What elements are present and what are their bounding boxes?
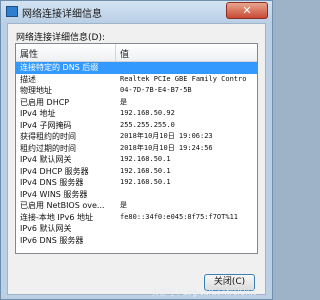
table-row[interactable]: IPv6 DNS 服务器	[16, 235, 257, 247]
property-cell: IPv4 子网掩码	[20, 120, 72, 130]
value-cell: 192.168.50.1	[120, 178, 171, 186]
table-row[interactable]: IPv4 WINS 服务器	[16, 189, 257, 201]
value-cell: 255.255.255.0	[120, 120, 175, 129]
property-cell: 连接特定的 DNS 后缀	[20, 63, 99, 72]
property-cell: 物理地址	[20, 86, 52, 95]
table-row[interactable]: IPv6 默认网关	[16, 223, 257, 235]
column-header-property[interactable]: 属性	[20, 47, 38, 60]
value-cell: 04-7D-7B-E4-B7-5B	[120, 86, 192, 94]
value-cell: 2018年10月10日 19:24:56	[120, 143, 213, 152]
title-bar[interactable]: 网络连接详细信息 ✕	[1, 1, 272, 23]
column-header-value[interactable]: 值	[120, 47, 129, 60]
table-row[interactable]: 已启用 NetBIOS ove... 是	[16, 200, 257, 212]
table-row[interactable]: 物理地址 04-7D-7B-E4-B7-5B	[16, 85, 257, 97]
value-cell: Realtek PCIe GBE Family Contro	[120, 74, 247, 83]
property-cell: 连接-本地 IPv6 地址	[20, 212, 93, 222]
close-window-button[interactable]: ✕	[226, 2, 268, 19]
details-list[interactable]: 属性 值 连接特定的 DNS 后缀 描述 Realtek PCIe GBE Fami…	[15, 43, 258, 254]
property-cell: IPv4 DNS 服务器	[20, 178, 84, 187]
list-header: 属性 值	[16, 44, 257, 62]
property-cell: 获得租约的时间	[20, 132, 76, 141]
property-cell: 已启用 NetBIOS ove...	[20, 201, 105, 210]
table-row[interactable]: 连接-本地 IPv6 地址 fe80::34f0:e045:8f75:f7OT%1…	[16, 212, 257, 224]
property-cell: IPv6 DNS 服务器	[20, 235, 84, 245]
value-cell: 是	[120, 201, 127, 209]
value-cell: 192.168.50.92	[120, 109, 175, 117]
property-cell: IPv4 DHCP 服务器	[20, 166, 89, 176]
property-cell: 已启用 DHCP	[20, 97, 70, 107]
table-row[interactable]: 已启用 DHCP 是	[16, 97, 257, 109]
value-cell: fe80::34f0:e045:8f75:f7OT%11	[120, 212, 239, 221]
table-row[interactable]: IPv4 子网掩码 255.255.255.0	[16, 120, 257, 132]
property-cell: IPv4 地址	[20, 109, 56, 118]
property-cell: IPv6 默认网关	[20, 224, 72, 233]
column-divider[interactable]	[115, 44, 116, 61]
property-cell: IPv4 WINS 服务器	[20, 189, 88, 199]
property-cell: 描述	[20, 74, 36, 84]
table-row[interactable]: IPv4 默认网关 192.168.50.1	[16, 154, 257, 166]
value-cell: 是	[120, 97, 127, 106]
list-rows: 连接特定的 DNS 后缀 描述 Realtek PCIe GBE Family Co…	[16, 62, 257, 246]
table-row[interactable]: 描述 Realtek PCIe GBE Family Contro	[16, 74, 257, 86]
network-connection-details-window: 网络连接详细信息 ✕ 网络连接详细信息(D): 属性 值 连接特定的 DNS 后…	[0, 0, 273, 300]
network-icon	[6, 6, 18, 17]
table-row[interactable]: IPv4 地址 192.168.50.92	[16, 108, 257, 120]
value-cell: 192.168.50.1	[120, 155, 171, 163]
table-row[interactable]: IPv4 DNS 服务器 192.168.50.1	[16, 177, 257, 189]
value-cell: 2018年10月10日 19:06:23	[120, 132, 213, 140]
property-cell: 租约过期的时间	[20, 143, 76, 153]
table-row[interactable]: 租约过期的时间 2018年10月10日 19:24:56	[16, 143, 257, 155]
details-label: 网络连接详细信息(D):	[16, 33, 105, 43]
window-title: 网络连接详细信息	[22, 9, 102, 20]
value-cell: 192.168.50.1	[120, 166, 171, 175]
dialog-body: 网络连接详细信息(D): 属性 值 连接特定的 DNS 后缀 描述 Realtek …	[7, 23, 266, 295]
table-row[interactable]: 获得租约的时间 2018年10月10日 19:06:23	[16, 131, 257, 143]
property-cell: IPv4 默认网关	[20, 155, 72, 164]
table-row[interactable]: 连接特定的 DNS 后缀	[16, 62, 257, 74]
table-row[interactable]: IPv4 DHCP 服务器 192.168.50.1	[16, 166, 257, 178]
watermark: 头条号 / LogicalControlUnit	[151, 288, 257, 297]
